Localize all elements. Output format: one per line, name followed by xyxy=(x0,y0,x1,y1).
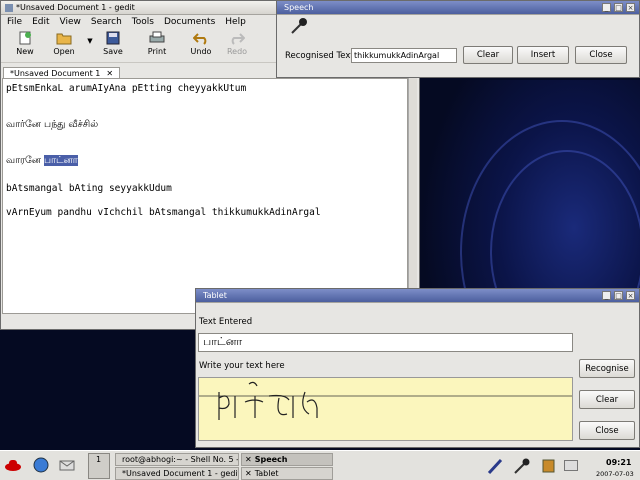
menu-file[interactable]: File xyxy=(7,17,22,27)
close-icon[interactable]: × xyxy=(626,3,635,12)
workspace-number: 1 xyxy=(96,455,102,464)
save-icon xyxy=(105,31,121,45)
recognised-text-field[interactable]: thikkumukkAdinArgal xyxy=(351,48,457,63)
menu-documents[interactable]: Documents xyxy=(164,17,215,27)
speech-window: Speech _ □ × Recognised Text thikkumukkA… xyxy=(276,0,640,78)
insert-button[interactable]: Insert xyxy=(517,46,569,64)
chevron-down-icon: ▼ xyxy=(87,37,93,45)
taskbar-item-konsole[interactable]: root@abhogi:~ - Shell No. 5 - Konsole xyxy=(115,453,239,466)
taskbar-konsole-label: root@abhogi:~ - Shell No. 5 - Konsole xyxy=(122,455,239,464)
write-text-label: Write your text here xyxy=(199,361,285,371)
handwriting-strokes xyxy=(199,381,572,420)
undo-icon xyxy=(193,31,209,45)
editor-line-4: bAtsmangal bAting seyyakkUdum xyxy=(6,183,172,194)
speech-clear-button[interactable]: Clear xyxy=(463,46,513,64)
print-button[interactable]: Print xyxy=(139,31,175,56)
tablet-titlebar[interactable]: Tablet _ □ × xyxy=(196,289,639,303)
redo-label: Redo xyxy=(226,47,248,56)
undo-button[interactable]: Undo xyxy=(183,31,219,56)
minimize-icon[interactable]: _ xyxy=(602,3,611,12)
text-editor[interactable]: pEtsmEnkaL arumAIyAna pEtting cheyyakkUt… xyxy=(2,78,408,314)
taskbar-item-speech[interactable]: ✕ Speech xyxy=(241,453,333,466)
print-label: Print xyxy=(147,47,167,56)
save-button[interactable]: Save xyxy=(95,31,131,56)
taskbar-item-gedit[interactable]: *Unsaved Document 1 - gedit xyxy=(115,467,239,480)
printer-icon xyxy=(149,31,165,45)
microphone-tray-icon[interactable] xyxy=(512,457,530,478)
editor-line-5: vArnEyum pandhu vIchchil bAtsmangal thik… xyxy=(6,207,321,218)
taskbar-gedit-label: *Unsaved Document 1 - gedit xyxy=(122,469,239,478)
speech-titlebar[interactable]: Speech _ □ × xyxy=(277,1,639,15)
editor-scrollbar[interactable] xyxy=(408,78,417,314)
close-icon[interactable]: × xyxy=(626,291,635,300)
tablet-close-button[interactable]: Close xyxy=(579,421,635,440)
save-label: Save xyxy=(103,47,123,56)
new-label: New xyxy=(16,47,34,56)
workspace-switcher[interactable]: 1 xyxy=(88,453,110,479)
tablet-clear-button[interactable]: Clear xyxy=(579,390,635,409)
undo-label: Undo xyxy=(190,47,212,56)
editor-line-2: வார்னே பந்து வீச்சில் xyxy=(6,119,99,130)
taskbar: 1 root@abhogi:~ - Shell No. 5 - Konsole … xyxy=(0,450,640,480)
folder-open-icon xyxy=(56,31,72,45)
x-window-icon: ✕ xyxy=(245,469,252,478)
minimize-icon[interactable]: _ xyxy=(602,291,611,300)
text-entered-label: Text Entered xyxy=(199,317,253,327)
close-icon[interactable]: ✕ xyxy=(106,69,113,78)
menu-view[interactable]: View xyxy=(60,17,81,27)
redo-button[interactable]: Redo xyxy=(219,31,255,56)
taskbar-tablet-label: Tablet xyxy=(254,469,279,478)
tablet-title: Tablet xyxy=(203,291,227,300)
taskbar-item-tablet[interactable]: ✕ Tablet xyxy=(241,467,333,480)
mail-launcher-icon[interactable] xyxy=(58,458,76,475)
selected-text: பாட்னா xyxy=(43,155,78,166)
menu-help[interactable]: Help xyxy=(225,17,246,27)
pen-tablet-tray-icon[interactable] xyxy=(486,457,504,478)
taskbar-speech-label: Speech xyxy=(254,455,288,464)
editor-line-1: pEtsmEnkaL arumAIyAna pEtting cheyyakkUt… xyxy=(6,83,247,94)
open-label: Open xyxy=(53,47,75,56)
new-button[interactable]: New xyxy=(7,31,43,56)
browser-launcher-icon[interactable] xyxy=(32,457,50,476)
redo-icon xyxy=(229,31,245,45)
window-controls: _ □ × xyxy=(602,3,635,12)
gedit-app-icon xyxy=(5,3,13,12)
tab-label: *Unsaved Document 1 xyxy=(10,69,101,78)
recognise-button[interactable]: Recognise xyxy=(579,359,635,378)
redhat-menu-icon[interactable] xyxy=(4,458,22,475)
x-window-icon: ✕ xyxy=(245,455,252,464)
window-controls: _ □ × xyxy=(602,291,635,300)
recognised-text-label: Recognised Text xyxy=(285,51,354,61)
menu-edit[interactable]: Edit xyxy=(32,17,49,27)
microphone-icon xyxy=(289,17,309,38)
clock-time: 09:21 xyxy=(606,458,632,467)
text-entered-field[interactable]: பாட்னா xyxy=(198,333,573,352)
editor-line-3: வாரனே பாட்னா xyxy=(6,155,78,167)
new-document-icon xyxy=(17,31,33,45)
open-button[interactable]: Open xyxy=(43,31,85,56)
editor-word-varane: வாரனே xyxy=(6,155,41,166)
maximize-icon[interactable]: □ xyxy=(614,3,623,12)
menu-search[interactable]: Search xyxy=(91,17,122,27)
maximize-icon[interactable]: □ xyxy=(614,291,623,300)
handwriting-canvas[interactable] xyxy=(198,377,573,441)
speech-close-button[interactable]: Close xyxy=(575,46,627,64)
open-dropdown-button[interactable]: ▼ xyxy=(85,31,95,45)
tablet-window: Tablet _ □ × Text Entered பாட்னா Write y… xyxy=(195,288,640,448)
speech-title: Speech xyxy=(284,3,314,12)
menu-tools[interactable]: Tools xyxy=(132,17,154,27)
keyboard-tray-icon[interactable] xyxy=(564,460,578,474)
clock-date: 2007-07-03 xyxy=(596,470,634,478)
dictionary-tray-icon[interactable] xyxy=(542,459,556,476)
